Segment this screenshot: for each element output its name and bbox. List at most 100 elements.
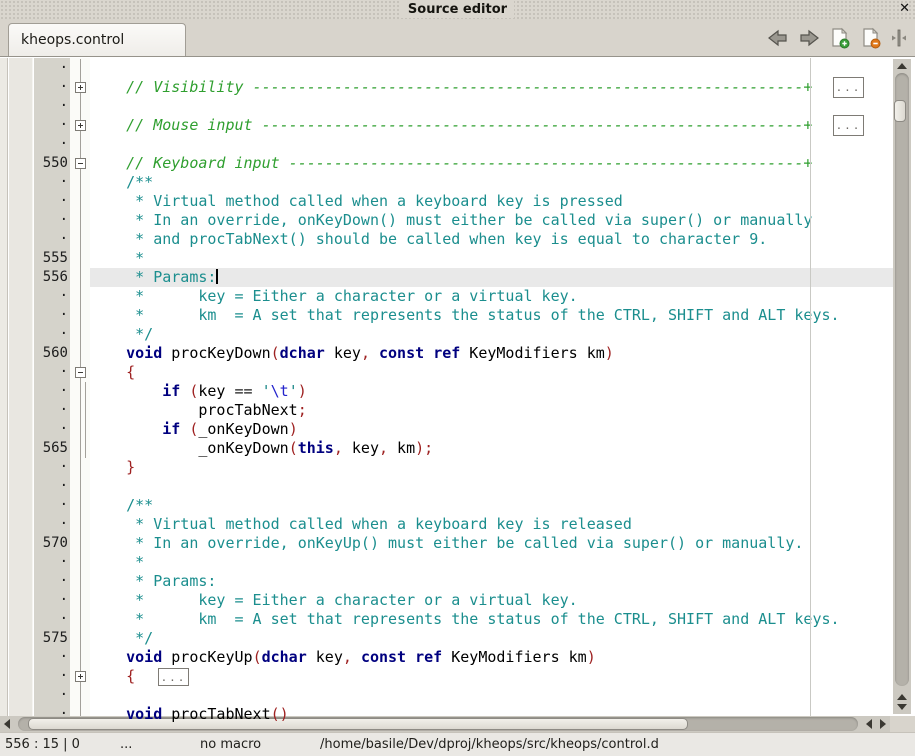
code-line[interactable]: 550 // Keyboard input ------------------… [0, 154, 893, 173]
title-bar[interactable]: Source editor ✕ [0, 0, 915, 19]
fold-expand-icon[interactable] [75, 82, 86, 93]
line-dot: · [34, 648, 68, 667]
line-dot: · [34, 572, 68, 591]
source-editor-window: Source editor ✕ kheops.control [0, 0, 915, 756]
code-line[interactable]: · [0, 135, 893, 154]
scroll-right-icon[interactable] [880, 719, 886, 729]
code-line[interactable]: · [0, 97, 893, 116]
code-text: // Keyboard input ----------------------… [90, 154, 812, 173]
tab-label: kheops.control [21, 32, 124, 48]
code-line[interactable]: · /** [0, 173, 893, 192]
code-text: * [90, 553, 144, 572]
line-dot: · [34, 116, 68, 135]
scroll-left2-icon[interactable] [866, 719, 872, 729]
code-line[interactable]: · procTabNext; [0, 401, 893, 420]
code-text: * Params: [90, 268, 218, 287]
code-line[interactable]: · {... [0, 667, 893, 686]
line-dot: · [34, 287, 68, 306]
toolbar [767, 24, 907, 52]
code-text: void procKeyDown(dchar key, const ref Ke… [90, 344, 614, 363]
nav-back-icon[interactable] [767, 28, 789, 48]
split-view-icon[interactable] [891, 27, 907, 49]
scroll-left-icon[interactable] [4, 719, 10, 729]
nav-forward-icon[interactable] [798, 28, 820, 48]
code-line[interactable]: · [0, 686, 893, 705]
line-dot: · [34, 382, 68, 401]
code-line[interactable]: 555 * [0, 249, 893, 268]
code-line[interactable]: · void procKeyUp(dchar key, const ref Ke… [0, 648, 893, 667]
scroll-down-icon[interactable] [897, 704, 907, 710]
line-number: 575 [34, 629, 68, 648]
code-line[interactable]: 565 _onKeyDown(this, key, km); [0, 439, 893, 458]
code-line[interactable]: · // Visibility ------------------------… [0, 78, 893, 97]
code-line[interactable]: · * Virtual method called when a keyboar… [0, 515, 893, 534]
code-line[interactable]: · [0, 59, 893, 78]
code-line[interactable]: · if (key == '\t') [0, 382, 893, 401]
code-line[interactable]: · */ [0, 325, 893, 344]
code-text: void procTabNext() [90, 705, 289, 724]
code-line[interactable]: · * km = A set that represents the statu… [0, 306, 893, 325]
file-path: /home/basile/Dev/dproj/kheops/src/kheops… [320, 737, 659, 753]
code-text: procTabNext; [90, 401, 307, 420]
close-document-icon[interactable] [860, 27, 882, 49]
code-line[interactable]: · [0, 477, 893, 496]
collapsed-fold-box[interactable]: ... [833, 77, 864, 98]
vertical-scroll-track[interactable] [895, 73, 909, 686]
code-line[interactable]: · /** [0, 496, 893, 515]
line-dot: · [34, 515, 68, 534]
line-number: 555 [34, 249, 68, 268]
right-margin-ruler [810, 58, 811, 716]
close-icon[interactable]: ✕ [899, 1, 910, 16]
code-line[interactable]: · * Virtual method called when a keyboar… [0, 192, 893, 211]
text-caret [216, 269, 218, 284]
code-line[interactable]: 570 * In an override, onKeyUp() must eit… [0, 534, 893, 553]
code-text: * key = Either a character or a virtual … [90, 591, 578, 610]
code-line[interactable]: 575 */ [0, 629, 893, 648]
line-dot: · [34, 135, 68, 154]
collapsed-fold-box[interactable]: ... [833, 115, 864, 136]
code-line[interactable]: · if (_onKeyDown) [0, 420, 893, 439]
vertical-scroll-thumb[interactable] [894, 100, 906, 122]
line-dot: · [34, 211, 68, 230]
code-line[interactable]: 556 * Params: [0, 268, 893, 287]
line-dot: · [34, 591, 68, 610]
code-text: _onKeyDown(this, key, km); [90, 439, 433, 458]
tab-bar: kheops.control [0, 19, 915, 56]
code-line[interactable]: · { [0, 363, 893, 382]
fold-expand-icon[interactable] [75, 120, 86, 131]
code-line[interactable]: · * km = A set that represents the statu… [0, 610, 893, 629]
code-line[interactable]: · * and procTabNext() should be called w… [0, 230, 893, 249]
code-text: * km = A set that represents the status … [90, 610, 840, 629]
line-dot: · [34, 477, 68, 496]
code-text: void procKeyUp(dchar key, const ref KeyM… [90, 648, 596, 667]
line-dot: · [34, 192, 68, 211]
code-text: * km = A set that represents the status … [90, 306, 840, 325]
new-document-icon[interactable] [829, 27, 851, 49]
collapsed-fold-box[interactable]: ... [158, 668, 189, 686]
vertical-scrollbar[interactable] [893, 59, 911, 714]
fold-collapse-icon[interactable] [75, 367, 86, 378]
tab-kheops-control[interactable]: kheops.control [8, 23, 186, 56]
status-bar: 556 : 15 | 0 ... no macro /home/basile/D… [0, 732, 915, 756]
line-dot: · [34, 59, 68, 78]
fold-collapse-icon[interactable] [75, 158, 86, 169]
code-text: // Visibility --------------------------… [90, 78, 812, 97]
scroll-up-icon[interactable] [897, 63, 907, 69]
fold-expand-icon[interactable] [75, 671, 86, 682]
scroll-up2-icon[interactable] [897, 694, 907, 700]
code-line[interactable]: · // Mouse input -----------------------… [0, 116, 893, 135]
code-editor[interactable]: ·· // Visibility -----------------------… [0, 56, 915, 716]
code-line[interactable]: · * key = Either a character or a virtua… [0, 287, 893, 306]
code-line[interactable]: 560 void procKeyDown(dchar key, const re… [0, 344, 893, 363]
code-text: * In an override, onKeyUp() must either … [90, 534, 803, 553]
code-line[interactable]: · } [0, 458, 893, 477]
line-dot: · [34, 667, 68, 686]
line-number: 556 [34, 268, 68, 287]
line-number: 565 [34, 439, 68, 458]
window-title: Source editor [401, 1, 514, 18]
code-line[interactable]: · * [0, 553, 893, 572]
code-line[interactable]: · * In an override, onKeyDown() must eit… [0, 211, 893, 230]
code-line[interactable]: · * Params: [0, 572, 893, 591]
code-line[interactable]: · * key = Either a character or a virtua… [0, 591, 893, 610]
scrollbar-corner [890, 716, 915, 732]
